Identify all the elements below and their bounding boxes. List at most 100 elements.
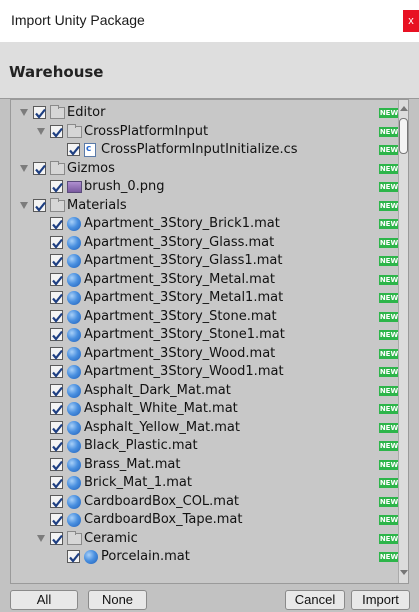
material-sphere-icon bbox=[67, 513, 81, 527]
material-sphere-icon bbox=[67, 457, 81, 472]
new-badge: NEW bbox=[379, 200, 399, 211]
include-checkbox[interactable] bbox=[67, 550, 80, 563]
close-button[interactable]: x bbox=[403, 10, 419, 32]
include-checkbox[interactable] bbox=[50, 531, 63, 545]
tree-folder-row[interactable]: Gizmos NEW bbox=[11, 160, 399, 179]
material-sphere-icon bbox=[67, 309, 81, 324]
include-checkbox[interactable] bbox=[50, 476, 63, 489]
include-checkbox[interactable] bbox=[33, 106, 46, 119]
new-badge: NEW bbox=[379, 256, 399, 266]
tree-file-row[interactable]: Apartment_3Story_Glass1.mat NEW bbox=[11, 252, 399, 271]
expand-arrow-icon[interactable] bbox=[20, 109, 28, 116]
tree-file-row[interactable]: Apartment_3Story_Brick1.mat NEW bbox=[11, 215, 399, 234]
cancel-button[interactable]: Cancel bbox=[285, 590, 345, 610]
asset-label: CardboardBox_Tape.mat bbox=[84, 512, 243, 527]
tree-folder-row[interactable]: Materials NEW bbox=[11, 197, 399, 216]
include-checkbox[interactable] bbox=[50, 439, 63, 452]
include-checkbox[interactable] bbox=[50, 346, 63, 360]
include-checkbox[interactable] bbox=[50, 494, 63, 508]
asset-tree: Editor NEW CrossPlatformInput NEW c CrossPlat… bbox=[10, 99, 409, 584]
include-checkbox[interactable] bbox=[50, 272, 63, 286]
include-checkbox[interactable] bbox=[50, 291, 63, 304]
select-all-button[interactable]: All bbox=[10, 590, 78, 610]
scroll-thumb[interactable] bbox=[399, 118, 408, 154]
scroll-down-arrow-icon[interactable] bbox=[400, 570, 408, 575]
asset-label: CrossPlatformInput bbox=[84, 123, 209, 139]
asset-label: Apartment_3Story_Brick1.mat bbox=[84, 216, 280, 231]
scroll-up-arrow-icon[interactable] bbox=[400, 106, 408, 111]
include-checkbox[interactable] bbox=[50, 124, 63, 138]
package-name: Warehouse bbox=[9, 63, 104, 81]
include-checkbox[interactable] bbox=[50, 217, 63, 230]
include-checkbox[interactable] bbox=[50, 309, 63, 323]
tree-file-row[interactable]: Apartment_3Story_Wood.mat NEW bbox=[11, 345, 399, 364]
include-checkbox[interactable] bbox=[33, 198, 46, 212]
tree-file-row[interactable]: Porcelain.mat NEW bbox=[11, 548, 399, 567]
tree-file-row[interactable]: CardboardBox_Tape.mat NEW bbox=[11, 511, 399, 530]
new-badge: NEW bbox=[379, 274, 399, 285]
include-checkbox[interactable] bbox=[50, 235, 63, 249]
select-none-button[interactable]: None bbox=[88, 590, 147, 610]
material-sphere-icon bbox=[67, 346, 81, 361]
csharp-script-icon: c bbox=[84, 143, 96, 157]
material-sphere-icon bbox=[67, 365, 81, 379]
expand-arrow-icon[interactable] bbox=[37, 127, 45, 135]
material-sphere-icon bbox=[67, 476, 81, 490]
tree-file-row[interactable]: c CrossPlatformInputInitialize.cs NEW bbox=[11, 141, 399, 160]
tree-file-row[interactable]: brush_0.png NEW bbox=[11, 178, 399, 197]
asset-label: Apartment_3Story_Stone1.mat bbox=[84, 327, 285, 342]
new-badge: NEW bbox=[379, 182, 399, 192]
asset-label: Apartment_3Story_Glass.mat bbox=[84, 234, 275, 250]
material-sphere-icon bbox=[67, 235, 81, 250]
include-checkbox[interactable] bbox=[50, 180, 63, 193]
asset-label: Porcelain.mat bbox=[101, 549, 190, 564]
tree-file-row[interactable]: Apartment_3Story_Glass.mat NEW bbox=[11, 234, 399, 253]
asset-label: Apartment_3Story_Metal1.mat bbox=[84, 290, 284, 305]
import-button[interactable]: Import bbox=[351, 590, 410, 610]
include-checkbox[interactable] bbox=[33, 161, 46, 175]
vertical-scrollbar[interactable] bbox=[398, 100, 408, 583]
asset-label: Asphalt_Yellow_Mat.mat bbox=[84, 419, 240, 435]
new-badge: NEW bbox=[379, 145, 399, 155]
expand-arrow-icon[interactable] bbox=[20, 201, 28, 209]
folder-icon bbox=[50, 160, 65, 175]
tree-file-row[interactable]: Apartment_3Story_Stone.mat NEW bbox=[11, 308, 399, 327]
asset-label: Ceramic bbox=[84, 530, 138, 546]
asset-label: Editor bbox=[67, 105, 106, 120]
tree-folder-row[interactable]: Ceramic NEW bbox=[11, 530, 399, 549]
asset-label: brush_0.png bbox=[84, 179, 165, 194]
include-checkbox[interactable] bbox=[50, 328, 63, 341]
tree-file-row[interactable]: Asphalt_Yellow_Mat.mat NEW bbox=[11, 419, 399, 438]
material-sphere-icon bbox=[84, 550, 98, 564]
tree-folder-row[interactable]: CrossPlatformInput NEW bbox=[11, 123, 399, 142]
tree-file-row[interactable]: Apartment_3Story_Wood1.mat NEW bbox=[11, 363, 399, 382]
include-checkbox[interactable] bbox=[50, 513, 63, 526]
include-checkbox[interactable] bbox=[50, 457, 63, 471]
new-badge: NEW bbox=[379, 219, 399, 229]
tree-file-row[interactable]: CardboardBox_COL.mat NEW bbox=[11, 493, 399, 512]
tree-file-row[interactable]: Apartment_3Story_Metal1.mat NEW bbox=[11, 289, 399, 308]
tree-file-row[interactable]: Asphalt_White_Mat.mat NEW bbox=[11, 400, 399, 419]
new-badge: NEW bbox=[379, 108, 399, 118]
include-checkbox[interactable] bbox=[50, 420, 63, 434]
expand-arrow-icon[interactable] bbox=[20, 164, 28, 172]
material-sphere-icon bbox=[67, 439, 81, 453]
include-checkbox[interactable] bbox=[50, 383, 63, 397]
include-checkbox[interactable] bbox=[50, 365, 63, 378]
tree-file-row[interactable]: Apartment_3Story_Stone1.mat NEW bbox=[11, 326, 399, 345]
tree-folder-row[interactable]: Editor NEW bbox=[11, 104, 399, 123]
tree-file-row[interactable]: Apartment_3Story_Metal.mat NEW bbox=[11, 271, 399, 290]
package-header: Warehouse bbox=[0, 42, 419, 99]
include-checkbox[interactable] bbox=[50, 254, 63, 267]
include-checkbox[interactable] bbox=[50, 402, 63, 415]
tree-file-row[interactable]: Brick_Mat_1.mat NEW bbox=[11, 474, 399, 493]
expand-arrow-icon[interactable] bbox=[37, 534, 45, 542]
tree-file-row[interactable]: Asphalt_Dark_Mat.mat NEW bbox=[11, 382, 399, 401]
new-badge: NEW bbox=[379, 552, 399, 562]
tree-file-row[interactable]: Black_Plastic.mat NEW bbox=[11, 437, 399, 456]
tree-file-row[interactable]: Brass_Mat.mat NEW bbox=[11, 456, 399, 475]
asset-label: Asphalt_White_Mat.mat bbox=[84, 401, 238, 416]
asset-label: Gizmos bbox=[67, 160, 115, 176]
include-checkbox[interactable] bbox=[67, 143, 80, 156]
new-badge: NEW bbox=[379, 496, 399, 507]
